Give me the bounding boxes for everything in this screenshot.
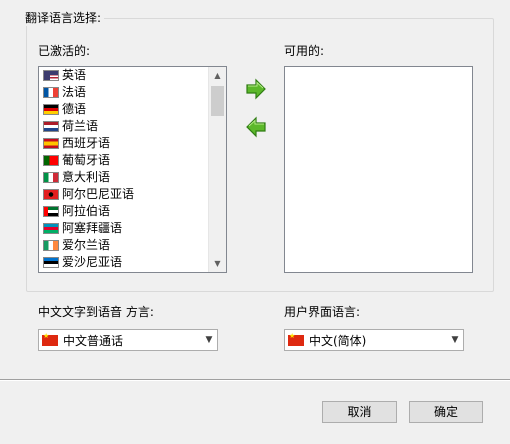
us-flag-icon: [43, 70, 59, 81]
move-right-button[interactable]: [244, 77, 268, 101]
ui-language-value: 中文(简体): [309, 333, 367, 348]
ok-button[interactable]: 确定: [409, 401, 483, 423]
list-item[interactable]: 西班牙语: [39, 135, 208, 152]
language-name: 荷兰语: [62, 119, 99, 133]
tts-dialect-combo[interactable]: 中文普通话 ▼: [38, 329, 218, 351]
language-name: 阿拉伯语: [62, 204, 111, 218]
list-item[interactable]: 英语: [39, 67, 208, 84]
active-languages-list[interactable]: 英语法语德语荷兰语西班牙语葡萄牙语意大利语阿尔巴尼亚语 阿拉伯语阿塞拜疆语爱尔兰语…: [38, 66, 227, 273]
list-item[interactable]: 爱沙尼亚语: [39, 254, 208, 271]
list-item[interactable]: 葡萄牙语: [39, 152, 208, 169]
list-item[interactable]: 德语: [39, 101, 208, 118]
estonia-flag-icon: [43, 257, 59, 268]
azerbaijan-flag-icon: [43, 223, 59, 234]
tts-dialect-value: 中文普通话: [63, 333, 124, 348]
china-flag-icon: [288, 332, 304, 346]
language-name: 爱尔兰语: [62, 238, 111, 252]
active-languages-items: 英语法语德语荷兰语西班牙语葡萄牙语意大利语阿尔巴尼亚语 阿拉伯语阿塞拜疆语爱尔兰语…: [39, 67, 208, 272]
italy-flag-icon: [43, 172, 59, 183]
language-name: 德语: [62, 102, 87, 116]
move-left-button[interactable]: [244, 115, 268, 139]
portugal-flag-icon: [43, 155, 59, 166]
germany-flag-icon: [43, 104, 59, 115]
albania-flag-icon: [43, 189, 59, 200]
language-name: 西班牙语: [62, 136, 111, 150]
list-item[interactable]: 爱尔兰语: [39, 237, 208, 254]
list-item[interactable]: 阿塞拜疆语: [39, 220, 208, 237]
language-name: 英语: [62, 68, 87, 82]
list-item[interactable]: 阿尔巴尼亚语: [39, 186, 208, 203]
group-title: 翻译语言选择:: [22, 9, 105, 26]
arrow-right-icon: [246, 78, 266, 100]
list-item[interactable]: 意大利语: [39, 169, 208, 186]
language-name: 阿尔巴尼亚语: [62, 187, 135, 201]
list-item[interactable]: 法语: [39, 84, 208, 101]
ui-language-label: 用户界面语言:: [284, 305, 361, 319]
ui-language-combo[interactable]: 中文(简体) ▼: [284, 329, 464, 351]
active-languages-label: 已激活的:: [38, 44, 91, 58]
tts-dialect-label: 中文文字到语音 方言:: [38, 305, 154, 319]
separator: [0, 379, 510, 381]
china-flag-icon: [42, 332, 58, 346]
available-languages-list[interactable]: [284, 66, 473, 273]
chevron-down-icon: ▼: [205, 335, 213, 345]
scroll-up-icon[interactable]: ▲: [209, 67, 226, 84]
cancel-button[interactable]: 取消: [322, 401, 397, 423]
arrow-left-icon: [246, 116, 266, 138]
language-name: 阿塞拜疆语: [62, 221, 123, 235]
uae-flag-icon: [43, 206, 59, 217]
language-name: 意大利语: [62, 170, 111, 184]
scroll-thumb[interactable]: [211, 86, 224, 116]
list-item[interactable]: 荷兰语: [39, 118, 208, 135]
list-item[interactable]: 阿拉伯语: [39, 203, 208, 220]
france-flag-icon: [43, 87, 59, 98]
chevron-down-icon: ▼: [451, 335, 459, 345]
ireland-flag-icon: [43, 240, 59, 251]
spain-flag-icon: [43, 138, 59, 149]
language-name: 法语: [62, 85, 87, 99]
language-name: 爱沙尼亚语: [62, 255, 123, 269]
active-list-scrollbar[interactable]: ▲ ▼: [208, 67, 226, 272]
language-name: 葡萄牙语: [62, 153, 111, 167]
scroll-down-icon[interactable]: ▼: [209, 255, 226, 272]
available-languages-label: 可用的:: [284, 44, 325, 58]
netherlands-flag-icon: [43, 121, 59, 132]
